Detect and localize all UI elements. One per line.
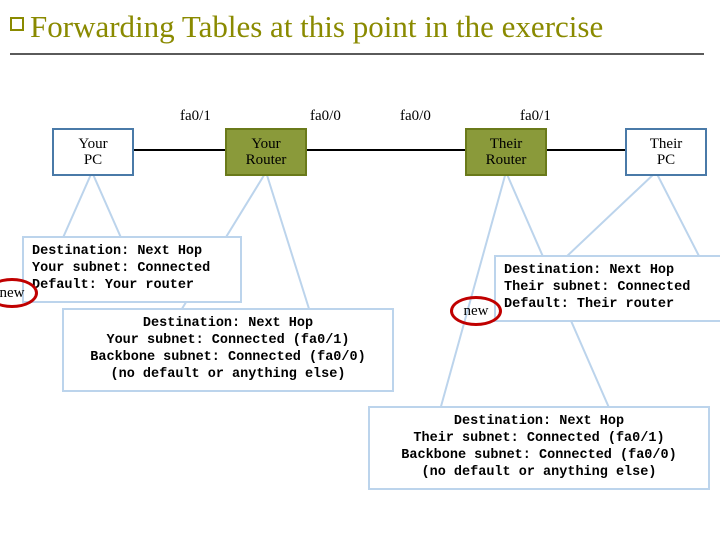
table-their-router-l3: Backbone subnet: Connected (fa0/0) xyxy=(378,448,700,465)
link-yourrouter-theirrouter xyxy=(305,149,465,151)
node-your-pc-label: Your PC xyxy=(78,136,107,169)
node-their-router-label: Their Router xyxy=(486,136,527,169)
table-their-pc-l3: Default: Their router xyxy=(504,297,716,314)
table-your-router-l1: Destination: Next Hop xyxy=(72,316,384,333)
slide-title: Forwarding Tables at this point in the e… xyxy=(10,8,704,45)
table-their-router-l4: (no default or anything else) xyxy=(378,465,700,482)
iface-r1-fa00: fa0/0 xyxy=(310,108,341,125)
node-their-router: Their Router xyxy=(465,128,547,176)
table-their-router-l1: Destination: Next Hop xyxy=(378,414,700,431)
node-your-router-label: Your Router xyxy=(246,136,287,169)
table-their-pc: Destination: Next Hop Their subnet: Conn… xyxy=(494,255,720,322)
table-your-router-l2: Your subnet: Connected (fa0/1) xyxy=(72,333,384,350)
new-badge-your-pc-label: new xyxy=(0,285,25,302)
table-their-router-l2: Their subnet: Connected (fa0/1) xyxy=(378,431,700,448)
table-your-pc-l2: Your subnet: Connected xyxy=(32,261,232,278)
node-your-router: Your Router xyxy=(225,128,307,176)
table-your-pc-l3: Default: Your router xyxy=(32,278,232,295)
iface-r2-fa01: fa0/1 xyxy=(520,108,551,125)
new-badge-their-pc-label: new xyxy=(464,303,489,320)
title-text: Forwarding Tables at this point in the e… xyxy=(30,9,603,44)
node-your-pc: Your PC xyxy=(52,128,134,176)
node-their-pc-label: Their PC xyxy=(650,136,682,169)
iface-r1-fa01: fa0/1 xyxy=(180,108,211,125)
table-your-pc: Destination: Next Hop Your subnet: Conne… xyxy=(22,236,242,303)
table-their-pc-l1: Destination: Next Hop xyxy=(504,263,716,280)
table-your-router-l3: Backbone subnet: Connected (fa0/0) xyxy=(72,350,384,367)
node-their-pc: Their PC xyxy=(625,128,707,176)
table-their-router: Destination: Next Hop Their subnet: Conn… xyxy=(368,406,710,490)
iface-r2-fa00: fa0/0 xyxy=(400,108,431,125)
table-their-pc-l2: Their subnet: Connected xyxy=(504,280,716,297)
table-your-router: Destination: Next Hop Your subnet: Conne… xyxy=(62,308,394,392)
bullet-square-icon xyxy=(10,17,24,31)
table-your-router-l4: (no default or anything else) xyxy=(72,367,384,384)
link-theirrouter-theirpc xyxy=(545,149,625,151)
link-yourpc-yourrouter xyxy=(130,149,225,151)
title-divider xyxy=(10,53,704,55)
new-badge-their-pc: new xyxy=(450,296,502,326)
table-your-pc-l1: Destination: Next Hop xyxy=(32,244,232,261)
